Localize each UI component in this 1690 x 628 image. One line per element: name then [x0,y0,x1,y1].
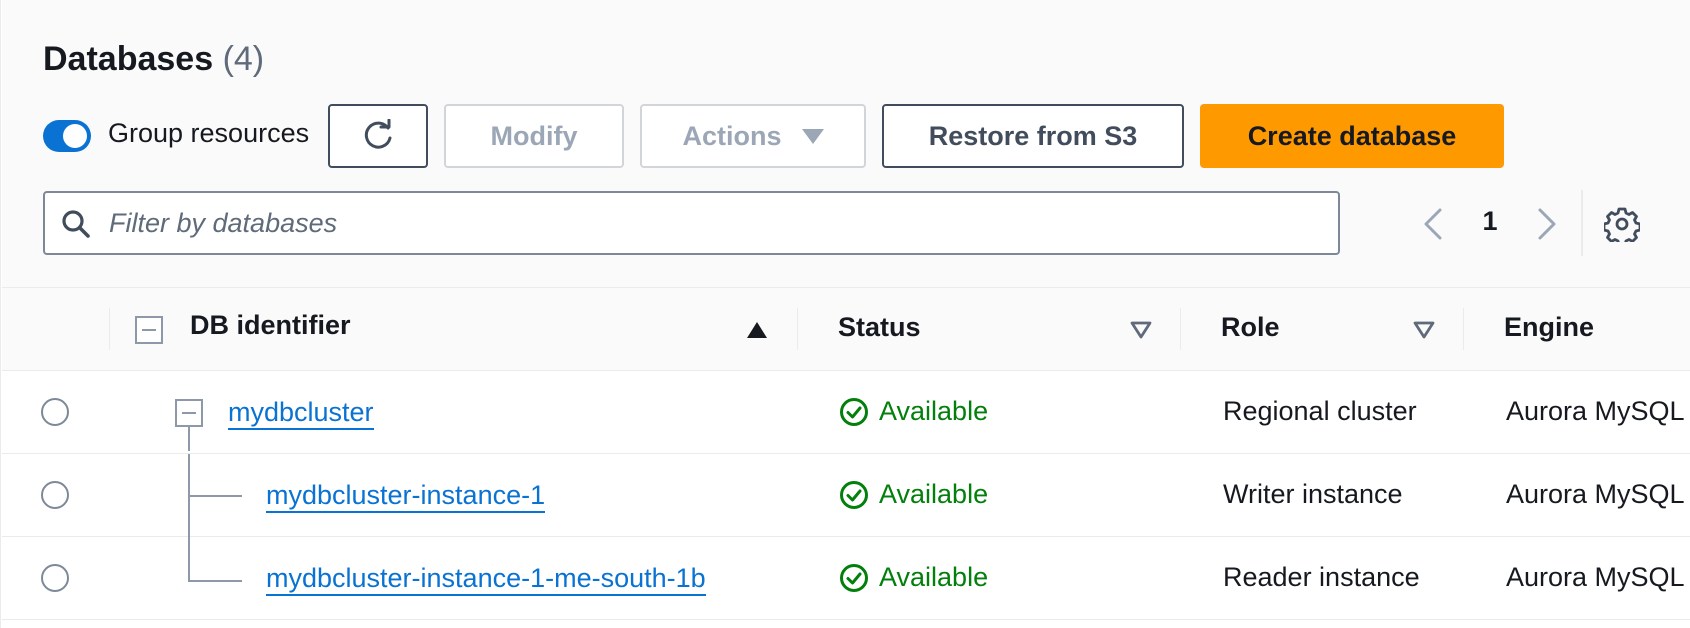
restore-label: Restore from S3 [928,120,1138,151]
engine-cell: Aurora MySQL [1506,396,1685,426]
column-header-db-identifier[interactable]: DB identifier [190,310,351,341]
column-separator [797,308,798,350]
tree-line [188,427,190,451]
refresh-button[interactable] [328,104,428,168]
sort-ascending-icon[interactable] [745,320,769,340]
page-number[interactable]: 1 [1478,206,1502,237]
row-select-radio[interactable] [41,398,69,426]
pagination-divider [1581,190,1583,256]
collapse-icon[interactable] [175,399,203,427]
engine-cell: Aurora MySQL [1506,479,1685,509]
db-identifier-link[interactable]: mydbcluster-instance-1-me-south-1b [266,562,706,596]
chevron-left-icon[interactable] [1418,204,1448,244]
actions-label: Actions [682,120,782,151]
search-input[interactable] [109,201,1309,245]
column-header-role[interactable]: Role [1221,312,1280,343]
title-count: (4) [222,40,265,78]
toggle-knob [63,124,87,148]
status-cell: Available [839,479,988,510]
databases-panel: Databases (4) Group resources Modify Act… [0,0,1690,628]
actions-dropdown-button[interactable]: Actions [640,104,866,168]
panel-header: Databases (4) Group resources Modify Act… [2,0,1690,288]
column-header-status[interactable]: Status [838,312,921,343]
engine-cell: Aurora MySQL [1506,562,1685,592]
modify-button[interactable]: Modify [444,104,624,168]
title-text: Databases [43,40,214,78]
check-circle-icon [840,397,868,426]
chevron-right-icon[interactable] [1532,204,1562,244]
role-cell: Regional cluster [1223,396,1417,426]
refresh-icon [364,119,392,149]
tree-line [188,537,190,582]
status-cell: Available [839,562,988,593]
check-circle-icon [840,480,868,509]
row-select-radio[interactable] [41,481,69,509]
tree-line [188,580,242,582]
tree-line [188,495,242,497]
caret-down-icon [801,128,824,144]
column-separator [109,308,110,350]
status-text: Available [879,479,989,509]
column-separator [1463,308,1464,350]
collapse-all-toggle[interactable] [135,316,163,344]
role-cell: Writer instance [1223,479,1403,509]
check-circle-icon [840,563,868,592]
gear-icon[interactable] [1604,206,1640,242]
db-identifier-link[interactable]: mydbcluster [228,396,374,430]
group-resources-toggle[interactable] [43,120,91,152]
sort-icon[interactable] [1412,320,1436,340]
search-icon [62,210,90,238]
modify-label: Modify [490,120,578,151]
restore-from-s3-button[interactable]: Restore from S3 [882,104,1184,168]
status-cell: Available [839,396,988,427]
column-separator [1180,308,1181,350]
column-header-engine[interactable]: Engine [1504,312,1594,343]
create-label: Create database [1247,120,1457,151]
group-resources-label: Group resources [108,118,310,148]
status-text: Available [879,396,989,426]
db-identifier-link[interactable]: mydbcluster-instance-1 [266,479,546,513]
sort-icon[interactable] [1129,320,1153,340]
role-cell: Reader instance [1223,562,1420,592]
row-select-radio[interactable] [41,564,69,592]
filter-search-box [43,191,1340,255]
page-title: Databases (4) [43,40,264,79]
create-database-button[interactable]: Create database [1200,104,1504,168]
status-text: Available [879,562,989,592]
